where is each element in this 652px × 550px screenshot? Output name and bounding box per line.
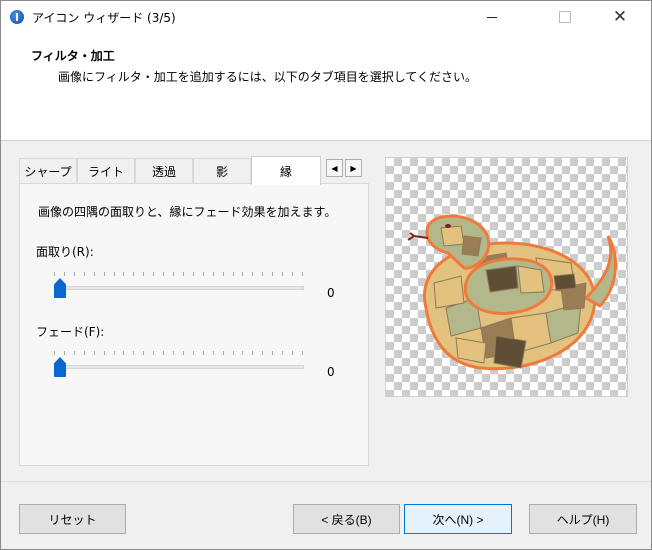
- slider-tick: [153, 272, 155, 276]
- chamfer-track: [54, 286, 304, 290]
- slider-tick: [272, 272, 274, 276]
- slider-tick: [73, 351, 75, 355]
- slider-tick: [93, 351, 95, 355]
- tab-transparency[interactable]: 透過: [135, 158, 193, 184]
- next-button[interactable]: 次へ(N) >: [404, 504, 512, 534]
- slider-tick: [103, 272, 105, 276]
- slider-tick: [54, 351, 55, 355]
- slider-tick: [54, 272, 55, 276]
- fade-value: 0: [327, 365, 335, 379]
- slider-tick: [143, 351, 145, 355]
- slider-tick: [173, 272, 175, 276]
- slider-tick: [252, 272, 254, 276]
- slider-tick: [222, 272, 224, 276]
- chamfer-ticks: [54, 272, 304, 278]
- edge-tab-panel: 画像の四隅の面取りと、縁にフェード効果を加えます。 面取り(R): 0 フェード…: [19, 183, 369, 466]
- chamfer-label: 面取り(R):: [36, 245, 94, 259]
- chamfer-value: 0: [327, 286, 335, 300]
- slider-tick: [103, 351, 105, 355]
- snake-eye: [445, 224, 451, 228]
- slider-tick: [262, 272, 264, 276]
- slider-tick: [242, 351, 244, 355]
- slider-tick: [192, 351, 194, 355]
- slider-tick: [292, 351, 294, 355]
- slider-tick: [232, 272, 234, 276]
- close-icon[interactable]: ✕: [597, 1, 643, 33]
- slider-tick: [212, 351, 214, 355]
- page-description: 画像にフィルタ・加工を追加するには、以下のタブ項目を選択してください。: [58, 70, 478, 84]
- fade-ticks: [54, 351, 304, 357]
- reset-button[interactable]: リセット: [19, 504, 126, 534]
- slider-tick: [143, 272, 145, 276]
- slider-tick: [163, 272, 165, 276]
- slider-tick: [153, 351, 155, 355]
- slider-tick: [133, 272, 135, 276]
- slider-tick: [202, 272, 204, 276]
- slider-tick: [182, 272, 184, 276]
- slider-tick: [93, 272, 95, 276]
- slider-tick: [302, 272, 303, 276]
- slider-tick: [272, 351, 274, 355]
- slider-tick: [242, 272, 244, 276]
- slider-tick: [113, 272, 115, 276]
- slider-tick: [123, 351, 125, 355]
- slider-tick: [63, 272, 65, 276]
- slider-tick: [83, 351, 85, 355]
- snake-illustration: [407, 214, 618, 371]
- slider-tick: [73, 272, 75, 276]
- slider-tick: [222, 351, 224, 355]
- slider-tick: [282, 351, 284, 355]
- slider-tick: [212, 272, 214, 276]
- slider-tick: [282, 272, 284, 276]
- fade-label: フェード(F):: [36, 325, 105, 339]
- tab-shadow[interactable]: 影: [193, 158, 251, 184]
- slider-tick: [252, 351, 254, 355]
- slider-tick: [192, 272, 194, 276]
- slider-tick: [173, 351, 175, 355]
- tab-light[interactable]: ライト: [77, 158, 135, 184]
- slider-tick: [302, 351, 303, 355]
- back-button[interactable]: < 戻る(B): [293, 504, 400, 534]
- slider-tick: [83, 272, 85, 276]
- slider-tick: [113, 351, 115, 355]
- slider-tick: [163, 351, 165, 355]
- tab-edge[interactable]: 縁: [251, 156, 321, 185]
- fade-thumb[interactable]: [54, 357, 66, 377]
- help-button[interactable]: ヘルプ(H): [529, 504, 637, 534]
- wizard-window: アイコン ウィザード (3/5) ✕ フィルタ・加工 画像にフィルタ・加工を追加…: [0, 0, 652, 550]
- tab-left-icon[interactable]: ◀: [326, 159, 343, 177]
- slider-tick: [63, 351, 65, 355]
- tab-sharp[interactable]: シャープ: [19, 158, 77, 184]
- snake-tongue: [407, 232, 429, 241]
- maximize-icon[interactable]: [542, 1, 588, 33]
- slider-tick: [262, 351, 264, 355]
- chamfer-slider[interactable]: [54, 272, 304, 298]
- app-info-icon: [10, 10, 24, 24]
- icon-preview: [385, 157, 628, 397]
- slider-tick: [133, 351, 135, 355]
- slider-tick: [232, 351, 234, 355]
- footer-divider: [1, 481, 651, 482]
- slider-tick: [182, 351, 184, 355]
- title-bar: アイコン ウィザード (3/5) ✕: [1, 1, 651, 34]
- window-title: アイコン ウィザード (3/5): [32, 11, 176, 25]
- tab-scroll-buttons: ◀ ▶: [326, 159, 362, 177]
- page-title: フィルタ・加工: [31, 49, 115, 63]
- panel-description: 画像の四隅の面取りと、縁にフェード効果を加えます。: [38, 205, 337, 219]
- minimize-icon[interactable]: [469, 1, 515, 33]
- slider-tick: [123, 272, 125, 276]
- chamfer-thumb[interactable]: [54, 278, 66, 298]
- fade-track: [54, 365, 304, 369]
- slider-tick: [292, 272, 294, 276]
- wizard-header: フィルタ・加工 画像にフィルタ・加工を追加するには、以下のタブ項目を選択してくだ…: [1, 34, 651, 141]
- slider-tick: [202, 351, 204, 355]
- fade-slider[interactable]: [54, 351, 304, 377]
- tab-right-icon[interactable]: ▶: [345, 159, 362, 177]
